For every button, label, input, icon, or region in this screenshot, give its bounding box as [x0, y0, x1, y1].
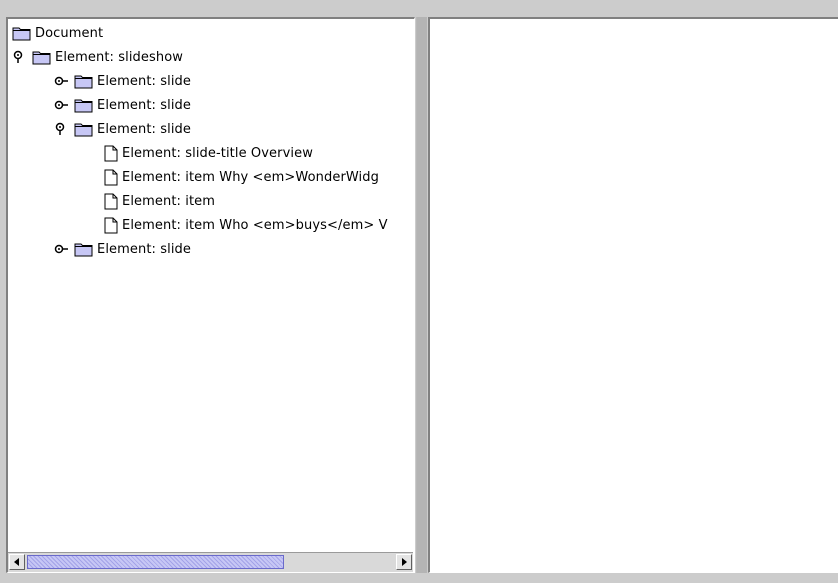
horizontal-scrollbar[interactable]	[8, 552, 413, 572]
tree-node-label: Element: slide-title Overview	[122, 145, 313, 161]
tree-node-label: Element: slide	[97, 97, 191, 113]
collapsed-toggle-icon[interactable]	[54, 97, 70, 113]
tree-node-document[interactable]: Document	[12, 23, 103, 43]
scrollbar-thumb[interactable]	[27, 555, 284, 569]
expanded-toggle-icon[interactable]	[52, 121, 68, 137]
tree-node-label: Element: item	[122, 193, 216, 209]
tree-node-slide[interactable]: Element: slide	[74, 71, 191, 91]
split-pane-divider[interactable]	[416, 17, 427, 573]
tree-node-label: Element: slide	[97, 121, 191, 137]
document-icon	[104, 169, 118, 185]
tree-node-item[interactable]: Element: item Who <em>buys</em> V	[104, 215, 388, 235]
left-arrow-icon	[14, 558, 19, 566]
document-icon	[104, 145, 118, 161]
tree-node-slideshow[interactable]: Element: slideshow	[32, 47, 183, 67]
tree-node-item[interactable]: Element: item Why <em>WonderWidg	[104, 167, 379, 187]
collapsed-toggle-icon[interactable]	[54, 73, 70, 89]
collapsed-toggle-icon[interactable]	[54, 241, 70, 257]
tree-node-slide[interactable]: Element: slide	[74, 95, 191, 115]
tree-node-slide[interactable]: Element: slide	[74, 119, 191, 139]
folder-icon	[12, 27, 31, 40]
tree-node-item[interactable]: Element: item	[104, 191, 215, 211]
tree-node-label: Element: item Why <em>WonderWidg	[122, 169, 379, 185]
folder-icon	[74, 75, 93, 88]
expanded-toggle-icon[interactable]	[10, 49, 26, 65]
tree-node-label: Element: slide	[97, 241, 191, 257]
tree-node-label: Element: slideshow	[55, 49, 183, 65]
right-arrow-icon	[402, 558, 407, 566]
content-pane	[428, 17, 838, 573]
tree-node-slide[interactable]: Element: slide	[74, 239, 191, 259]
dom-tree[interactable]: Document Element: slideshow Element: sli…	[8, 19, 413, 549]
folder-icon	[74, 123, 93, 136]
document-icon	[104, 217, 118, 233]
document-icon	[104, 193, 118, 209]
folder-icon	[74, 99, 93, 112]
scroll-left-button[interactable]	[9, 554, 25, 570]
tree-pane[interactable]: Document Element: slideshow Element: sli…	[6, 17, 415, 573]
folder-icon	[74, 243, 93, 256]
tree-node-label: Element: slide	[97, 73, 191, 89]
tree-node-label: Element: item Who <em>buys</em> V	[122, 217, 388, 233]
scroll-right-button[interactable]	[396, 554, 412, 570]
tree-node-slide-title[interactable]: Element: slide-title Overview	[104, 143, 313, 163]
folder-icon	[32, 51, 51, 64]
tree-node-label: Document	[35, 25, 104, 41]
